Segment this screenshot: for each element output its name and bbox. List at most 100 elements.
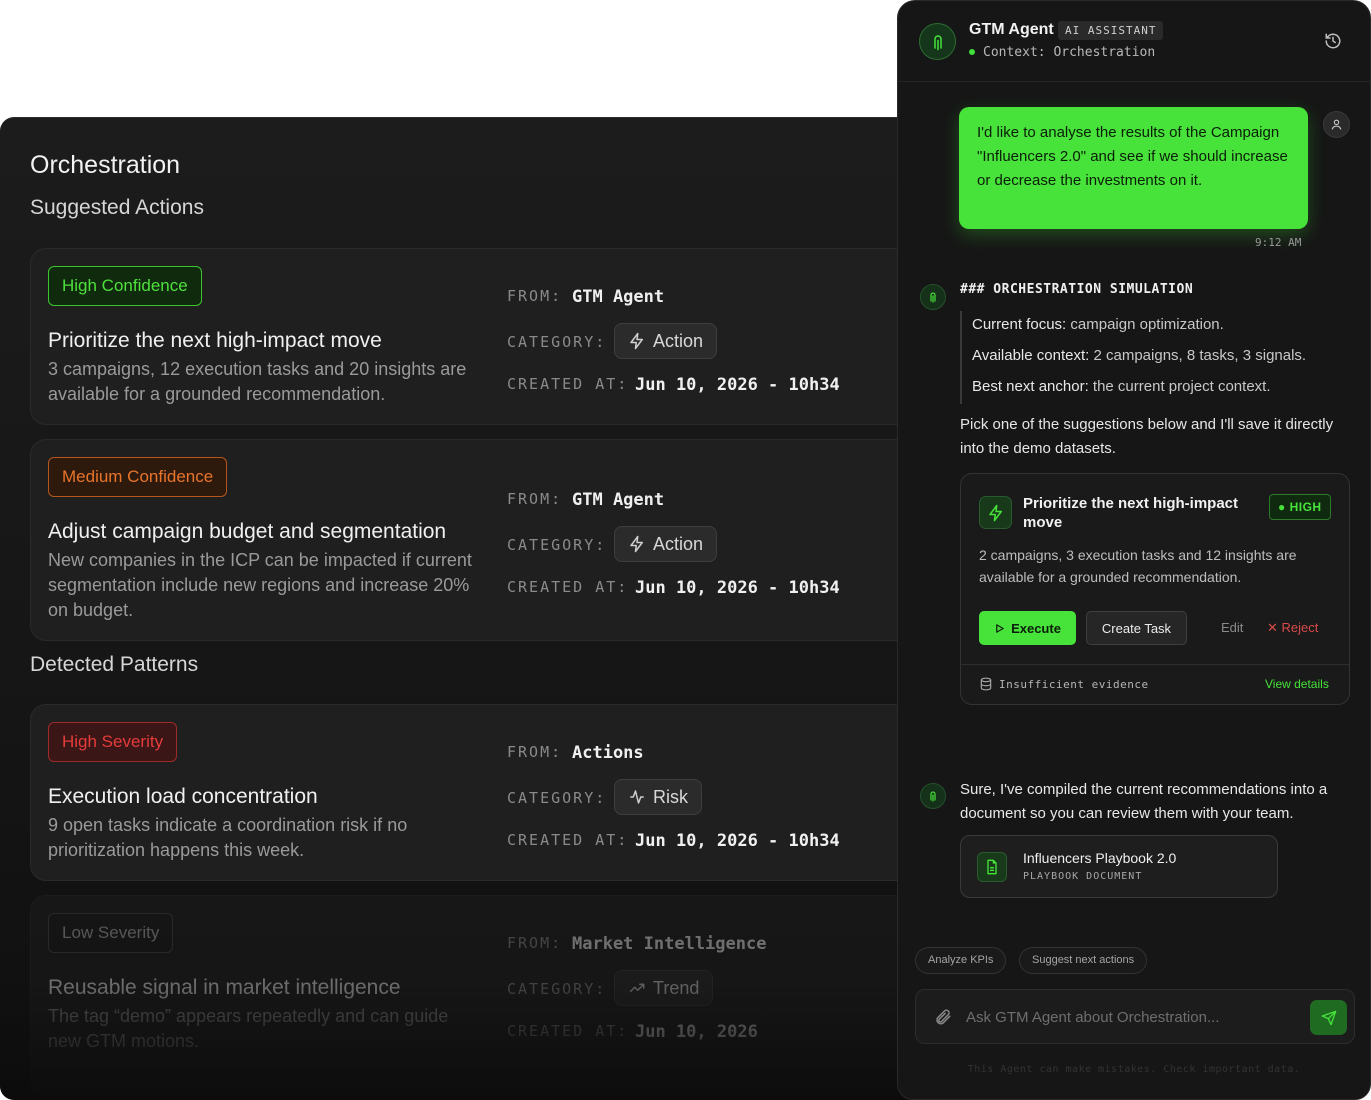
- from-value: Market Intelligence: [572, 934, 767, 954]
- play-icon: [996, 623, 1004, 633]
- category-label: CATEGORY:: [507, 333, 607, 351]
- create-task-button[interactable]: Create Task: [1086, 611, 1187, 645]
- category-chip[interactable]: Risk: [614, 779, 702, 815]
- agent-logo-icon: [930, 292, 936, 303]
- category-label: CATEGORY:: [507, 789, 607, 807]
- user-icon: [1331, 119, 1342, 130]
- category-chip[interactable]: Trend: [614, 970, 714, 1006]
- card-description: New companies in the ICP can be impacted…: [48, 550, 472, 620]
- agent-avatar-small: [920, 284, 946, 310]
- activity-icon: [630, 790, 644, 804]
- card-description: 3 campaigns, 12 execution tasks and 20 i…: [48, 359, 467, 404]
- simulation-row: Current focus: campaign optimization.: [972, 316, 1224, 333]
- category-chip[interactable]: Action: [614, 323, 718, 359]
- chat-input[interactable]: [966, 1002, 1296, 1032]
- category-chip[interactable]: Action: [614, 526, 718, 562]
- created-value: Jun 10, 2026 - 10h34: [635, 578, 840, 598]
- simulation-row: Best next anchor: the current project co…: [972, 378, 1271, 395]
- simulation-list: Current focus: campaign optimization. Av…: [960, 311, 1306, 404]
- confidence-badge: High Confidence: [48, 266, 202, 306]
- quick-reply-chip[interactable]: Suggest next actions: [1019, 947, 1148, 974]
- pattern-card[interactable]: High Severity Execution load concentrati…: [30, 704, 930, 881]
- card-description: The tag “demo” appears repeatedly and ca…: [48, 1006, 449, 1051]
- document-type: PLAYBOOK DOCUMENT: [1023, 871, 1143, 882]
- reject-button[interactable]: ✕ Reject: [1267, 620, 1318, 636]
- agent-message: Sure, I've compiled the current recommen…: [960, 781, 1328, 822]
- from-value: GTM Agent: [572, 490, 665, 510]
- priority-badge: ● HIGH: [1269, 494, 1331, 520]
- x-icon: ✕: [1267, 620, 1278, 635]
- category-value: Risk: [653, 786, 688, 807]
- user-message: I'd like to analyse the results of the C…: [959, 107, 1308, 229]
- user-avatar: [1323, 111, 1350, 138]
- trend-icon: [629, 983, 645, 993]
- lightning-icon: [630, 332, 643, 350]
- severity-badge: Low Severity: [48, 913, 174, 953]
- from-label: FROM:: [507, 490, 563, 508]
- created-value: Jun 10, 2026 - 10h34: [635, 831, 840, 851]
- created-value: Jun 10, 2026: [635, 1022, 758, 1042]
- created-label: CREATED AT:: [507, 1022, 629, 1040]
- chat-header: GTM Agent AI ASSISTANT Context: Orchestr…: [898, 1, 1370, 82]
- agent-avatar-small: [920, 783, 946, 809]
- document-title: Influencers Playbook 2.0: [1023, 850, 1177, 866]
- from-value: GTM Agent: [572, 287, 665, 307]
- card-title: Reusable signal in market intelligence: [48, 976, 401, 999]
- chat-panel: GTM Agent AI ASSISTANT Context: Orchestr…: [897, 0, 1371, 1100]
- agent-avatar: [919, 23, 956, 60]
- category-label: CATEGORY:: [507, 980, 607, 998]
- suggested-action-card[interactable]: Medium Confidence Adjust campaign budget…: [30, 439, 930, 641]
- suggestion-description: 2 campaigns, 3 execution tasks and 12 in…: [979, 547, 1297, 585]
- suggestion-card: Prioritize the next high-impact move ● H…: [960, 473, 1350, 705]
- created-label: CREATED AT:: [507, 375, 629, 393]
- pattern-card[interactable]: Low Severity Reusable signal in market i…: [30, 895, 930, 1095]
- suggested-action-card[interactable]: High Confidence Prioritize the next high…: [30, 248, 930, 425]
- paperclip-icon[interactable]: [934, 1008, 952, 1026]
- category-value: Trend: [653, 977, 700, 998]
- from-label: FROM:: [507, 743, 563, 761]
- lightning-icon: [988, 504, 1002, 521]
- document-attachment[interactable]: Influencers Playbook 2.0 PLAYBOOK DOCUME…: [960, 835, 1278, 898]
- created-label: CREATED AT:: [507, 578, 629, 596]
- suggested-actions-title: Suggested Actions: [30, 196, 204, 219]
- simulation-row: Available context: 2 campaigns, 8 tasks,…: [972, 347, 1307, 364]
- created-value: Jun 10, 2026 - 10h34: [635, 375, 840, 395]
- agent-name: GTM Agent: [969, 21, 1054, 38]
- disclaimer: This Agent can make mistakes. Check impo…: [967, 1064, 1301, 1075]
- chat-input-box: [915, 989, 1355, 1044]
- suggestion-title: Prioritize the next high-impact move: [1023, 495, 1239, 531]
- divider: [961, 664, 1349, 665]
- agent-logo-icon: [930, 791, 936, 802]
- confidence-badge: Medium Confidence: [48, 457, 228, 497]
- card-title: Prioritize the next high-impact move: [48, 329, 382, 352]
- card-description: 9 open tasks indicate a coordination ris…: [48, 815, 408, 860]
- quick-reply-chip[interactable]: Analyze KPIs: [915, 947, 1007, 974]
- page-title: Orchestration: [30, 151, 181, 179]
- agent-message: Pick one of the suggestions below and I'…: [960, 416, 1334, 457]
- history-icon[interactable]: [1324, 32, 1342, 50]
- from-label: FROM:: [507, 287, 563, 305]
- severity-badge: High Severity: [48, 722, 178, 762]
- from-label: FROM:: [507, 934, 563, 952]
- database-icon: [980, 677, 992, 691]
- orchestration-panel: Orchestration Suggested Actions High Con…: [0, 117, 960, 1100]
- lightning-icon: [630, 535, 643, 553]
- edit-button[interactable]: Edit: [1221, 620, 1243, 635]
- simulation-heading: ### ORCHESTRATION SIMULATION: [960, 282, 1194, 297]
- from-value: Actions: [572, 743, 644, 763]
- agent-logo-icon: [933, 34, 942, 50]
- context-label: Context: Orchestration: [983, 45, 1156, 60]
- card-title: Execution load concentration: [48, 785, 318, 808]
- category-label: CATEGORY:: [507, 536, 607, 554]
- view-details-link[interactable]: View details: [1265, 677, 1329, 691]
- evidence-status: Insufficient evidence: [999, 678, 1149, 691]
- send-button[interactable]: [1310, 1000, 1347, 1035]
- detected-patterns-title: Detected Patterns: [30, 653, 199, 676]
- category-value: Action: [653, 330, 704, 351]
- suggestion-icon: [979, 496, 1012, 529]
- status-dot: [969, 49, 975, 55]
- category-value: Action: [653, 533, 704, 554]
- document-icon: [987, 859, 997, 875]
- execute-button[interactable]: Execute: [979, 611, 1076, 645]
- send-icon: [1321, 1010, 1336, 1025]
